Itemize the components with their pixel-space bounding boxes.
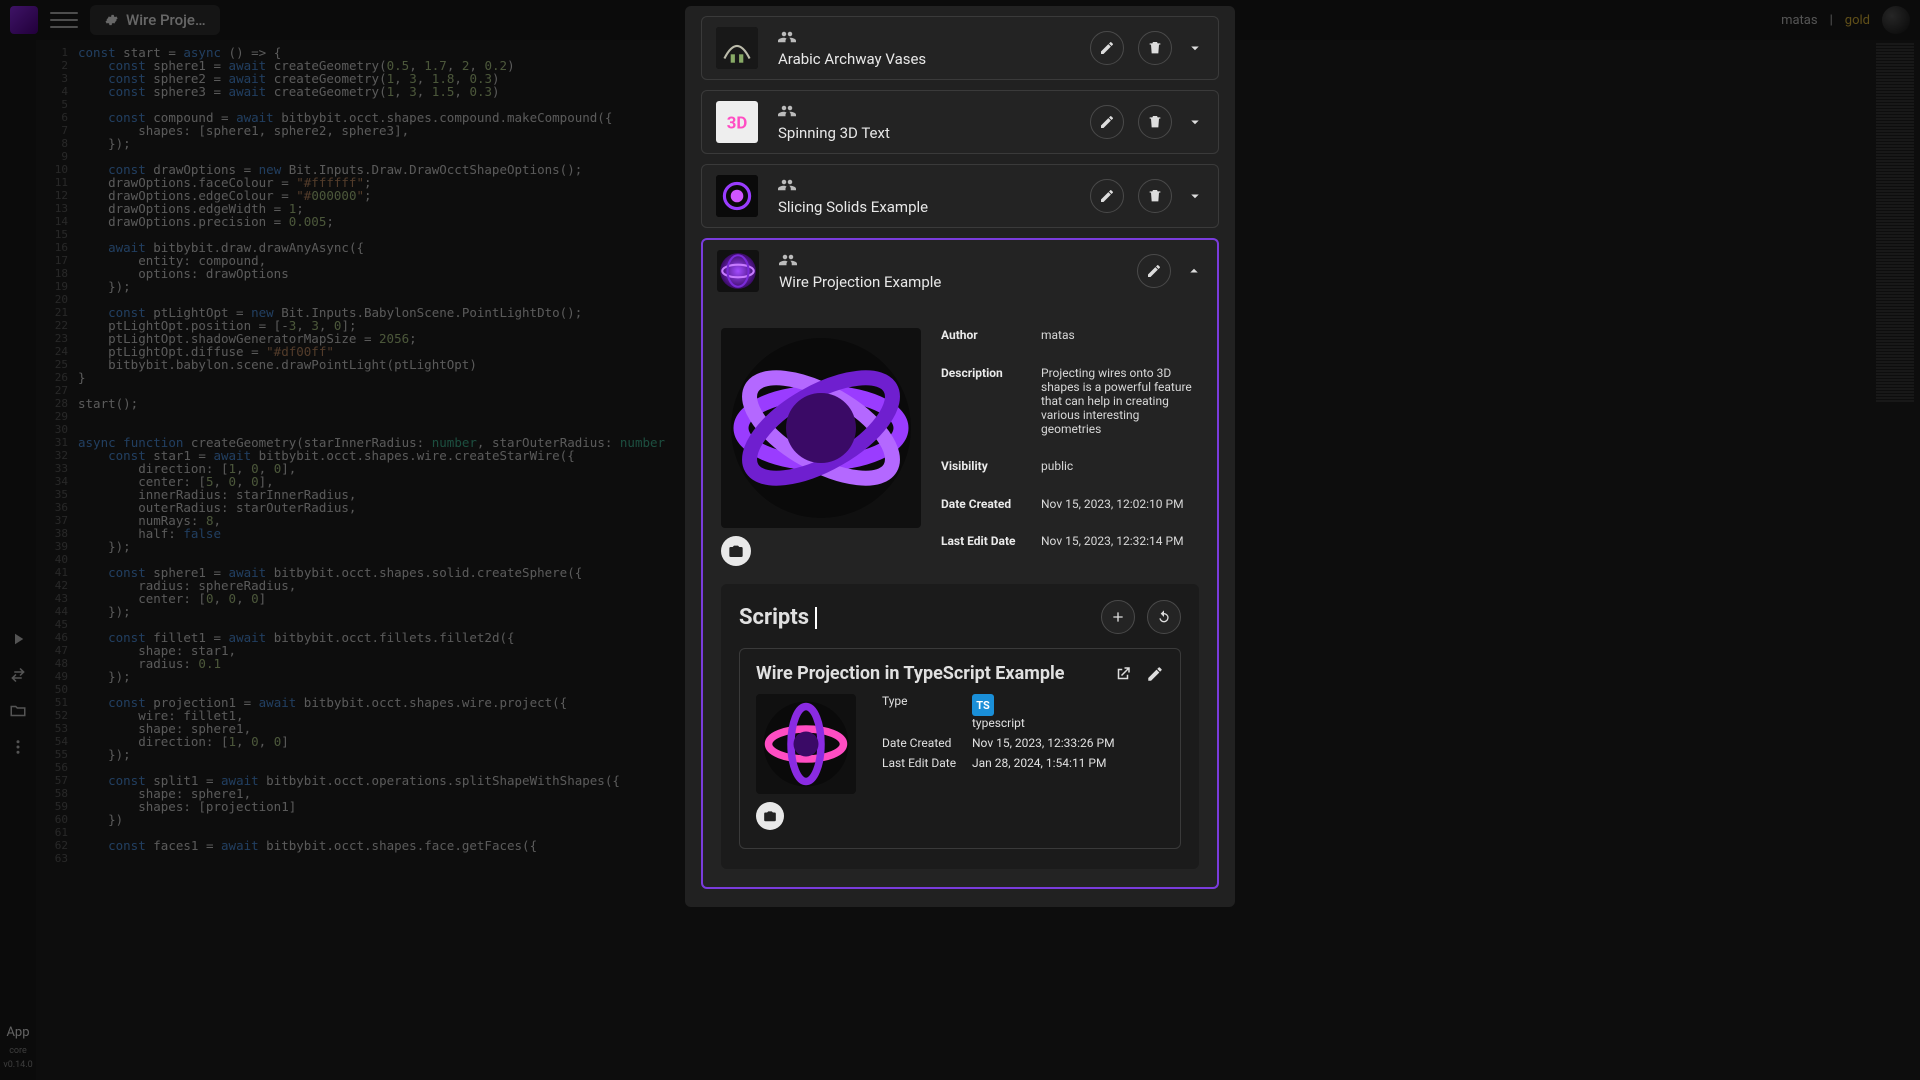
projects-modal: Arabic Archway Vases 3D Spinning 3D Text… xyxy=(685,6,1235,907)
project-thumb xyxy=(716,27,758,69)
refresh-scripts-button[interactable] xyxy=(1147,600,1181,634)
project-card[interactable]: 3D Spinning 3D Text xyxy=(701,90,1219,154)
open-script-button[interactable] xyxy=(1114,665,1132,683)
script-created-label: Date Created xyxy=(882,736,962,750)
project-title: Spinning 3D Text xyxy=(778,124,1076,142)
project-title: Arabic Archway Vases xyxy=(778,50,1076,68)
project-expanded-panel: Author matas Description Projecting wire… xyxy=(701,302,1219,889)
script-edited-value: Jan 28, 2024, 1:54:11 PM xyxy=(972,756,1164,770)
project-thumb: 3D xyxy=(716,101,758,143)
meta-desc-value: Projecting wires onto 3D shapes is a pow… xyxy=(1041,366,1199,454)
project-thumb xyxy=(716,175,758,217)
project-title: Slicing Solids Example xyxy=(778,198,1076,216)
meta-created-value: Nov 15, 2023, 12:02:10 PM xyxy=(1041,497,1199,529)
edit-project-button[interactable] xyxy=(1090,31,1124,65)
meta-author-value: matas xyxy=(1041,328,1199,360)
delete-project-button[interactable] xyxy=(1138,31,1172,65)
script-type-label: Type xyxy=(882,694,962,730)
project-card[interactable]: Arabic Archway Vases xyxy=(701,16,1219,80)
meta-vis-value: public xyxy=(1041,459,1199,491)
project-thumb xyxy=(717,250,759,292)
edit-project-button[interactable] xyxy=(1137,254,1171,288)
project-card[interactable]: Slicing Solids Example xyxy=(701,164,1219,228)
meta-author-label: Author xyxy=(941,328,1031,360)
meta-desc-label: Description xyxy=(941,366,1031,454)
typescript-badge-icon: TS xyxy=(972,694,994,716)
edit-project-button[interactable] xyxy=(1090,179,1124,213)
add-script-button[interactable] xyxy=(1101,600,1135,634)
group-icon xyxy=(778,176,796,194)
projects-modal-overlay: Arabic Archway Vases 3D Spinning 3D Text… xyxy=(0,0,1920,1080)
project-meta-table: Author matas Description Projecting wire… xyxy=(941,328,1199,566)
chevron-down-icon[interactable] xyxy=(1186,113,1204,131)
meta-edited-label: Last Edit Date xyxy=(941,534,1031,566)
project-title: Wire Projection Example xyxy=(779,273,1109,291)
project-card-selected[interactable]: Wire Projection Example xyxy=(701,238,1219,302)
script-type-value: typescript xyxy=(972,716,1025,730)
camera-button[interactable] xyxy=(721,536,751,566)
chevron-down-icon[interactable] xyxy=(1186,39,1204,57)
chevron-down-icon[interactable] xyxy=(1186,187,1204,205)
script-created-value: Nov 15, 2023, 12:33:26 PM xyxy=(972,736,1164,750)
script-title: Wire Projection in TypeScript Example xyxy=(756,663,1064,684)
script-edited-label: Last Edit Date xyxy=(882,756,962,770)
group-icon xyxy=(779,251,797,269)
scripts-heading: Scripts xyxy=(739,605,809,630)
edit-project-button[interactable] xyxy=(1090,105,1124,139)
delete-project-button[interactable] xyxy=(1138,179,1172,213)
scripts-panel: Scripts Wire Projection in TypeScript Ex… xyxy=(721,584,1199,869)
group-icon xyxy=(778,28,796,46)
meta-edited-value: Nov 15, 2023, 12:32:14 PM xyxy=(1041,534,1199,566)
meta-vis-label: Visibility xyxy=(941,459,1031,491)
svg-text:3D: 3D xyxy=(727,113,748,133)
meta-created-label: Date Created xyxy=(941,497,1031,529)
script-card: Wire Projection in TypeScript Example xyxy=(739,648,1181,849)
group-icon xyxy=(778,102,796,120)
script-camera-button[interactable] xyxy=(756,802,784,830)
text-cursor-icon xyxy=(815,607,817,629)
delete-project-button[interactable] xyxy=(1138,105,1172,139)
script-thumb xyxy=(756,694,856,794)
edit-script-button[interactable] xyxy=(1146,665,1164,683)
project-large-thumb xyxy=(721,328,921,528)
chevron-up-icon[interactable] xyxy=(1185,262,1203,280)
script-meta-table: Type TS typescript Date Created Nov 15, … xyxy=(882,694,1164,770)
